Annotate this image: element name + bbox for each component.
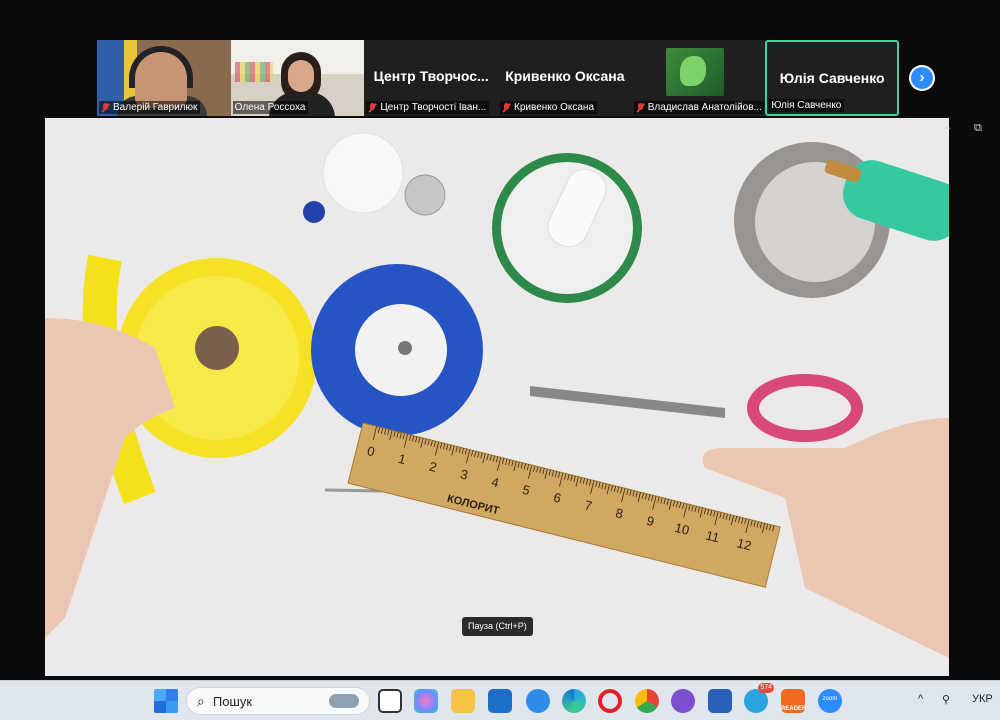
chrome-icon[interactable] <box>635 689 659 713</box>
search-placeholder: Пошук <box>212 693 253 709</box>
participant-name: Олена Россоха <box>234 102 306 113</box>
scissors-handle <box>747 374 863 442</box>
left-hand <box>45 318 175 638</box>
language-indicator[interactable]: УКР <box>972 693 993 705</box>
opera-icon[interactable] <box>598 689 622 713</box>
participant-name: Владислав Анатолійов... <box>647 102 762 113</box>
participant-name: Центр Творчості Іван... <box>380 102 487 113</box>
participant-strip: Валерій Гаврилюк Олена Россоха Центр Тво… <box>97 40 900 116</box>
restore-video-button[interactable]: ⧉ <box>974 122 982 135</box>
word-icon[interactable] <box>708 689 732 713</box>
shared-video: 0 1 2 3 4 5 6 7 8 9 10 11 12 КОЛОРИТ <box>45 118 949 676</box>
participant-name-label: Владислав Анатолійов... <box>633 101 764 114</box>
participant-tile-active-speaker[interactable]: Юлія Савченко Юлія Савченко <box>765 40 900 116</box>
participant-display-name: Юлія Савченко <box>779 70 885 86</box>
video-frame: 0 1 2 3 4 5 6 7 8 9 10 11 12 КОЛОРИТ <box>45 132 949 658</box>
ruler-body <box>347 422 781 588</box>
windows-start-icon[interactable] <box>154 689 178 713</box>
search-icon: ⌕ <box>197 692 205 709</box>
ruler: 0 1 2 3 4 5 6 7 8 9 10 11 12 КОЛОРИТ <box>347 422 781 588</box>
next-page-button[interactable]: › <box>909 65 935 91</box>
minimize-video-button[interactable]: – <box>944 122 950 134</box>
participant-name: Кривенко Оксана <box>514 102 595 113</box>
task-view-icon[interactable] <box>378 689 402 713</box>
pause-tooltip: Пауза (Ctrl+P) <box>462 617 533 636</box>
mic-muted-icon <box>636 102 645 113</box>
participant-name-label: Юлія Савченко <box>769 99 845 112</box>
edge-icon[interactable] <box>562 689 586 713</box>
mic-muted-icon <box>502 102 511 113</box>
participant-tile[interactable]: Владислав Анатолійов... <box>631 40 766 116</box>
skype-icon[interactable] <box>526 689 550 713</box>
file-explorer-icon[interactable] <box>451 689 475 713</box>
participant-name: Юлія Савченко <box>771 100 842 111</box>
blue-ribbon-hole <box>398 341 412 355</box>
search-highlight-icon <box>329 694 359 708</box>
participant-tile[interactable]: Кривенко Оксана Кривенко Оксана <box>498 40 632 116</box>
brooch-pin <box>404 174 446 216</box>
windows-taskbar: ⌕ Пошук 574 READER zoom ^ ⚲ УКР <box>0 680 1000 720</box>
mic-muted-icon <box>368 102 377 113</box>
blue-bead <box>303 201 325 223</box>
copilot-icon[interactable] <box>414 689 438 713</box>
participant-tile[interactable]: Валерій Гаврилюк <box>97 40 231 116</box>
participant-tile[interactable]: Олена Россоха <box>230 40 365 116</box>
mic-muted-icon <box>101 102 110 113</box>
reader-icon[interactable]: READER <box>781 689 807 713</box>
viber-icon[interactable] <box>671 689 695 713</box>
zoom-icon[interactable]: zoom <box>818 689 842 713</box>
telegram-icon[interactable]: 574 <box>744 683 774 713</box>
reader-label: READER <box>781 706 807 712</box>
scissors-blade <box>530 386 725 418</box>
avatar <box>665 48 724 96</box>
participant-name-label: Олена Россоха <box>232 101 309 114</box>
participant-name-label: Кривенко Оксана <box>500 101 598 114</box>
network-icon[interactable]: ⚲ <box>942 693 950 706</box>
participant-display-name: Центр Творчос... <box>373 68 489 84</box>
yellow-ribbon-core <box>195 326 239 370</box>
video-feed <box>287 60 314 92</box>
felt-circle <box>322 132 404 214</box>
participant-tile[interactable]: Центр Творчос... Центр Творчості Іван... <box>364 40 499 116</box>
microsoft-store-icon[interactable] <box>488 689 512 713</box>
participant-name: Валерій Гаврилюк <box>113 102 198 113</box>
search-box[interactable]: ⌕ Пошук <box>186 687 370 715</box>
participant-display-name: Кривенко Оксана <box>505 68 625 84</box>
video-feed <box>234 62 273 82</box>
telegram-badge: 574 <box>758 683 774 693</box>
participant-name-label: Центр Творчості Іван... <box>366 101 490 114</box>
show-hidden-icons[interactable]: ^ <box>918 693 923 705</box>
chevron-right-icon: › <box>911 67 933 89</box>
zoom-label: zoom <box>822 696 838 702</box>
zoom-window: Валерій Гаврилюк Олена Россоха Центр Тво… <box>0 0 1000 720</box>
participant-name-label: Валерій Гаврилюк <box>99 101 201 114</box>
headphones <box>129 46 193 88</box>
